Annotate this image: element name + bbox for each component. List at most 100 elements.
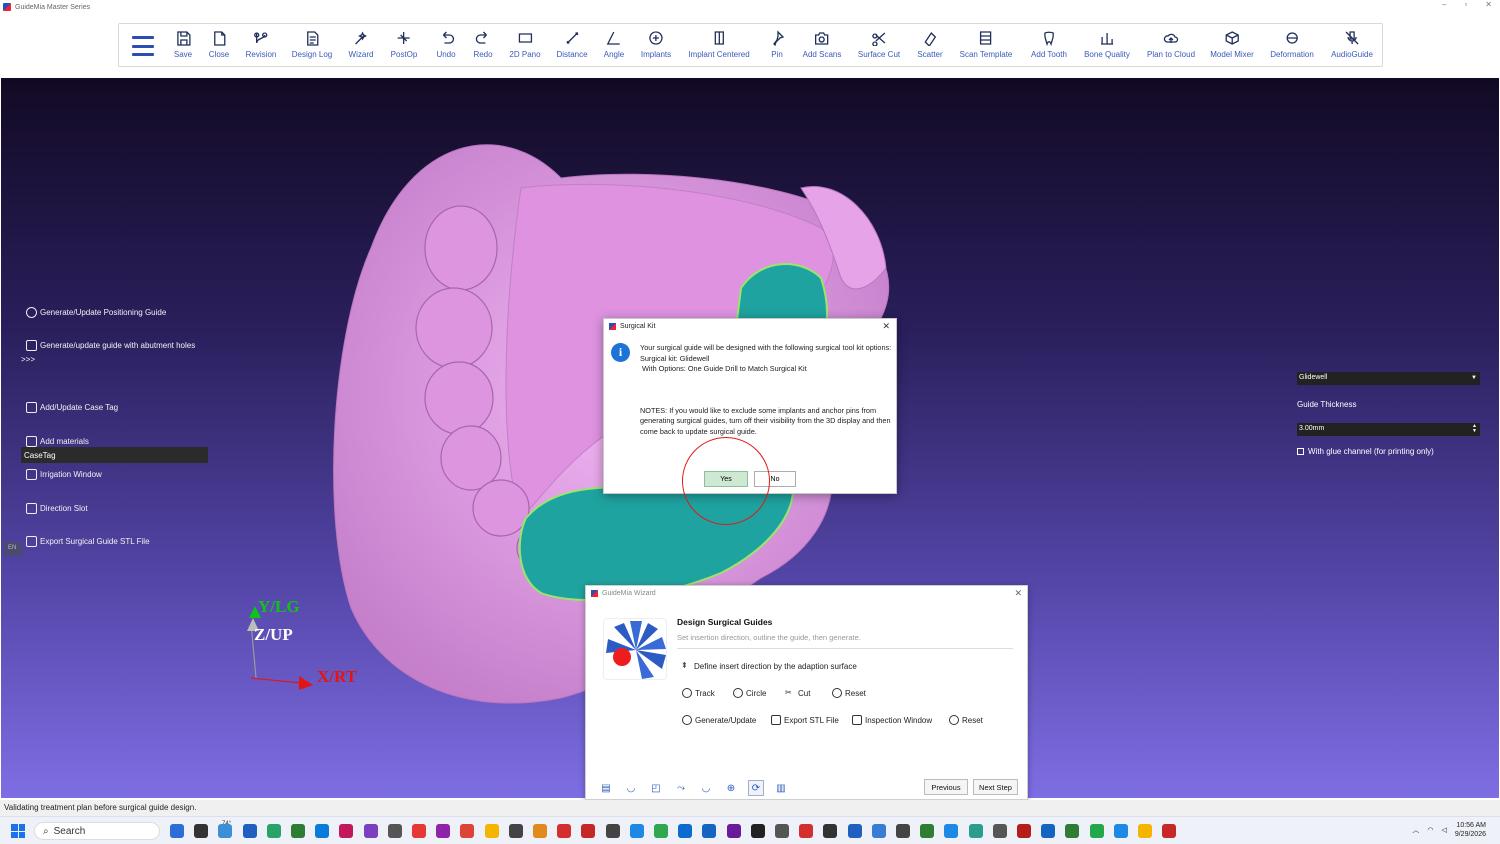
taskbar-app-icon[interactable]	[557, 824, 572, 838]
toolbar-scatter-button[interactable]: Scatter	[917, 30, 943, 59]
taskbar-app-icon[interactable]	[1065, 824, 1080, 838]
step-tooth-icon[interactable]: ◡	[623, 780, 639, 796]
toolbar-save-button[interactable]: Save	[174, 30, 192, 59]
taskbar-app-icon[interactable]	[799, 824, 814, 838]
step-report-icon[interactable]: ▥	[773, 780, 789, 796]
track-button[interactable]: Track	[682, 688, 715, 698]
sidebar-item-generate-update-guide-with-abutment-holes[interactable]: Generate/update guide with abutment hole…	[26, 340, 195, 351]
toolbar-scan-template-button[interactable]: Scan Template	[960, 30, 1012, 59]
chevron-up-icon[interactable]: ︿	[1412, 825, 1419, 835]
taskbar-app-icon[interactable]	[1089, 824, 1104, 838]
taskbar-app-icon[interactable]	[533, 824, 547, 838]
taskbar-app-icon[interactable]	[944, 824, 959, 838]
toolbar-angle-button[interactable]: Angle	[604, 30, 624, 59]
step-implant-icon[interactable]: ⊕	[723, 780, 739, 796]
toolbar-audioguide-button[interactable]: AudioGuide	[1331, 30, 1373, 59]
taskbar-app-icon[interactable]	[654, 824, 668, 838]
taskbar-app-icon[interactable]	[242, 824, 257, 838]
checkbox-box[interactable]	[1297, 448, 1304, 455]
toolbar-add-scans-button[interactable]: Add Scans	[803, 30, 841, 59]
toolbar-model-mixer-button[interactable]: Model Mixer	[1210, 30, 1254, 59]
taskbar-app-icon[interactable]	[896, 824, 910, 838]
toolbar-distance-button[interactable]: Distance	[556, 30, 588, 59]
sidebar-item-irrigation-window[interactable]: Irrigation Window	[26, 469, 102, 480]
taskbar-app-icon[interactable]	[581, 824, 596, 838]
taskbar-app-icon[interactable]	[363, 824, 378, 838]
toolbar-close-button[interactable]: Close	[209, 30, 229, 59]
toolbar-add-tooth-button[interactable]: Add Tooth	[1031, 30, 1067, 59]
speaker-icon[interactable]: ◁	[1441, 826, 1446, 834]
taskbar-app-icon[interactable]	[920, 824, 935, 838]
step-guide-icon[interactable]: ⟳	[748, 780, 764, 796]
toolbar-undo-button[interactable]: Undo	[436, 30, 456, 59]
toolbar-surface-cut-button[interactable]: Surface Cut	[858, 30, 900, 59]
taskbar-app-icon[interactable]	[315, 824, 330, 838]
language-indicator[interactable]: EN	[4, 542, 22, 556]
previous-button[interactable]: Previous	[924, 779, 968, 795]
glue-channel-checkbox[interactable]: With glue channel (for printing only)	[1297, 447, 1480, 456]
wizard-close-button[interactable]: ✕	[1014, 588, 1022, 599]
taskbar-app-icon[interactable]	[726, 824, 741, 838]
taskbar-app-icon[interactable]	[847, 824, 862, 838]
toolbar-design-log-button[interactable]: Design Log	[292, 30, 332, 59]
minimize-button[interactable]: –	[1442, 0, 1446, 9]
taskbar-app-icon[interactable]	[387, 824, 402, 838]
wifi-icon[interactable]: ◠	[1427, 826, 1433, 834]
taskbar-app-icon[interactable]	[170, 824, 184, 838]
taskbar-app-icon[interactable]	[1113, 824, 1128, 838]
surgical-kit-select[interactable]: Glidewell ▼	[1297, 372, 1480, 385]
generate-update-button[interactable]: Generate/Update	[682, 715, 756, 725]
taskbar-app-icon[interactable]	[339, 824, 354, 838]
hamburger-menu-button[interactable]	[132, 36, 154, 56]
toolbar-bone-quality-button[interactable]: Bone Quality	[1084, 30, 1130, 59]
taskbar-app-icon[interactable]	[1017, 824, 1031, 838]
next-step-button[interactable]: Next Step	[973, 779, 1018, 795]
step-scan-icon[interactable]: ◰	[648, 780, 664, 796]
define-direction-button[interactable]: ⇞ Define insert direction by the adaptio…	[681, 661, 857, 671]
close-window-button[interactable]: ✕	[1485, 0, 1492, 9]
toolbar-implant-centered-button[interactable]: Implant Centered	[688, 30, 750, 59]
taskbar-app-icon[interactable]	[823, 824, 838, 838]
taskbar-app-icon[interactable]	[1041, 824, 1056, 838]
sidebar-item-direction-slot[interactable]: Direction Slot	[26, 503, 88, 514]
circle-button[interactable]: Circle	[733, 688, 766, 698]
taskbar-app-icon[interactable]	[775, 824, 789, 838]
sidebar-item-add-update-case-tag[interactable]: Add/Update Case Tag	[26, 402, 118, 413]
taskbar-app-icon[interactable]	[605, 824, 620, 838]
toolbar-redo-button[interactable]: Redo	[473, 30, 493, 59]
reset-guide-button[interactable]: Reset	[949, 715, 983, 725]
toolbar-plan-to-cloud-button[interactable]: Plan to Cloud	[1147, 30, 1195, 59]
spinner-arrows-icon[interactable]: ▲ ▼	[1472, 424, 1477, 434]
sidebar-item-add-materials[interactable]: Add materials	[26, 436, 89, 447]
taskbar-app-icon[interactable]	[460, 824, 475, 838]
inspection-window-button[interactable]: Inspection Window	[852, 715, 932, 725]
taskbar-app-icon[interactable]	[629, 824, 644, 838]
taskbar-app-icon[interactable]	[508, 824, 523, 838]
taskbar-app-icon[interactable]	[291, 824, 305, 838]
taskbar-app-icon[interactable]	[1138, 824, 1152, 838]
taskbar-app-icon[interactable]	[678, 824, 693, 838]
taskbar-app-icon[interactable]	[992, 824, 1007, 838]
toolbar-pin-button[interactable]: Pin	[769, 30, 785, 59]
taskbar-app-icon[interactable]	[412, 824, 426, 838]
cut-button[interactable]: ✂ Cut	[785, 688, 810, 698]
sidebar-expand-toggle[interactable]: >>>	[21, 355, 45, 367]
toolbar-revision-button[interactable]: Revision	[246, 30, 276, 59]
taskbar-app-icon[interactable]	[702, 824, 717, 838]
taskbar-app-icon[interactable]	[968, 824, 983, 838]
toolbar-postop-button[interactable]: PostOp	[391, 30, 417, 59]
toolbar-2d-pano-button[interactable]: 2D Pano	[509, 30, 541, 59]
taskbar-app-icon[interactable]	[750, 824, 765, 838]
sidebar-item-generate-update-positioning-guide[interactable]: Generate/Update Positioning Guide	[26, 307, 166, 318]
step-clipboard-icon[interactable]: ▤	[598, 780, 614, 796]
taskbar-app-icon[interactable]	[194, 824, 209, 838]
windows-start-icon[interactable]	[11, 824, 25, 838]
toolbar-implants-button[interactable]: Implants	[641, 30, 671, 59]
taskbar-app-icon[interactable]	[484, 824, 499, 838]
taskbar-app-icon[interactable]	[1162, 824, 1177, 838]
taskbar-search[interactable]: ⌕ Search	[34, 822, 160, 840]
taskbar-app-icon[interactable]	[436, 824, 451, 838]
toolbar-wizard-button[interactable]: Wizard	[349, 30, 373, 59]
taskbar-app-icon[interactable]	[218, 824, 233, 838]
reset-outline-button[interactable]: Reset	[832, 688, 866, 698]
